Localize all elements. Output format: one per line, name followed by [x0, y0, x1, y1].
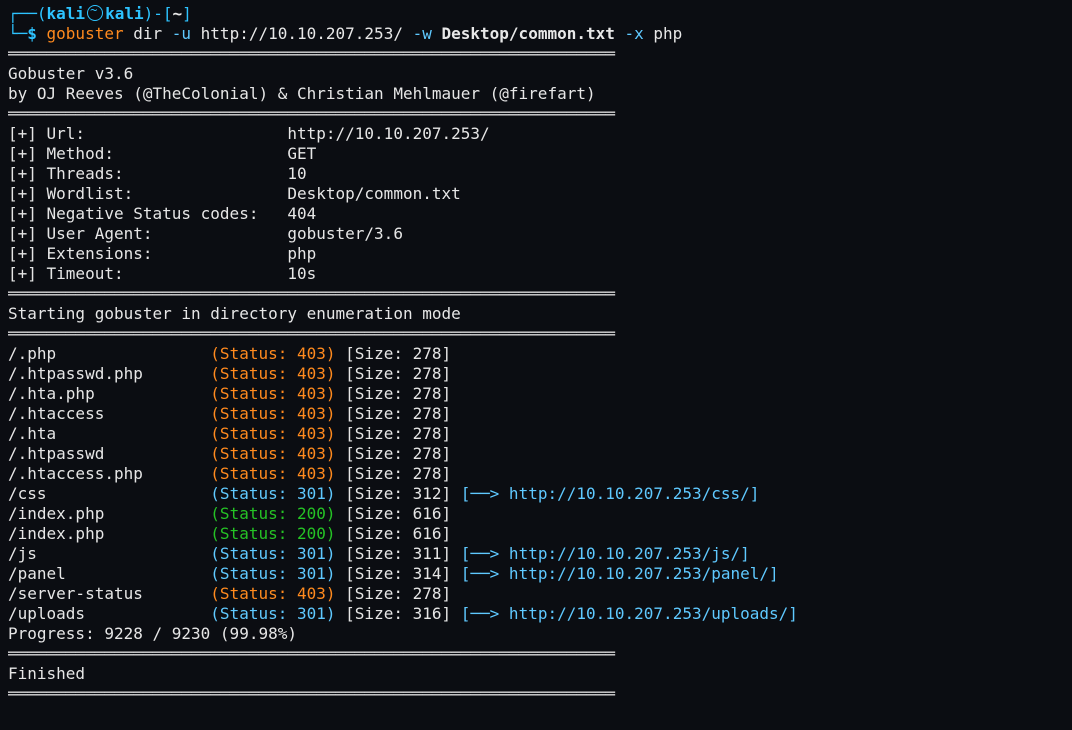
result-line: /index.php (Status: 200) [Size: 616]: [8, 524, 1064, 544]
divider: ════════════════════════════════════════…: [8, 324, 1064, 344]
redirect-url: [──> http://10.10.207.253/css/]: [461, 484, 760, 503]
result-line: /index.php (Status: 200) [Size: 616]: [8, 504, 1064, 524]
config-line: [+] User Agent: gobuster/3.6: [8, 224, 1064, 244]
result-line: /.hta (Status: 403) [Size: 278]: [8, 424, 1064, 444]
divider: ════════════════════════════════════════…: [8, 44, 1064, 64]
redirect-url: [──> http://10.10.207.253/panel/]: [461, 564, 779, 583]
result-line: /.htaccess (Status: 403) [Size: 278]: [8, 404, 1064, 424]
prompt-line-1: ┌──(kalikali)-[~]: [8, 4, 1064, 24]
result-line: /.htaccess.php (Status: 403) [Size: 278]: [8, 464, 1064, 484]
divider: ════════════════════════════════════════…: [8, 104, 1064, 124]
result-line: /.php (Status: 403) [Size: 278]: [8, 344, 1064, 364]
finished-line: Finished: [8, 664, 1064, 684]
config-line: [+] Threads: 10: [8, 164, 1064, 184]
redirect-url: [──> http://10.10.207.253/uploads/]: [461, 604, 798, 623]
results-block: /.php (Status: 403) [Size: 278]/.htpassw…: [8, 344, 1064, 624]
config-line: [+] Url: http://10.10.207.253/: [8, 124, 1064, 144]
config-line: [+] Timeout: 10s: [8, 264, 1064, 284]
result-line: /.htpasswd (Status: 403) [Size: 278]: [8, 444, 1064, 464]
kali-skull-icon: [87, 5, 103, 21]
divider: ════════════════════════════════════════…: [8, 684, 1064, 704]
divider: ════════════════════════════════════════…: [8, 284, 1064, 304]
redirect-url: [──> http://10.10.207.253/js/]: [461, 544, 750, 563]
starting-message: Starting gobuster in directory enumerati…: [8, 304, 1064, 324]
result-line: /server-status (Status: 403) [Size: 278]: [8, 584, 1064, 604]
result-line: /.htpasswd.php (Status: 403) [Size: 278]: [8, 364, 1064, 384]
config-block: [+] Url: http://10.10.207.253/[+] Method…: [8, 124, 1064, 284]
command-name: gobuster: [47, 24, 124, 43]
banner-authors: by OJ Reeves (@TheColonial) & Christian …: [8, 84, 1064, 104]
config-line: [+] Extensions: php: [8, 244, 1064, 264]
result-line: /uploads (Status: 301) [Size: 316] [──> …: [8, 604, 1064, 624]
prompt-line-2: └─$ gobuster dir -u http://10.10.207.253…: [8, 24, 1064, 44]
config-line: [+] Negative Status codes: 404: [8, 204, 1064, 224]
config-line: [+] Wordlist: Desktop/common.txt: [8, 184, 1064, 204]
progress-line: Progress: 9228 / 9230 (99.98%): [8, 624, 1064, 644]
result-line: /js (Status: 301) [Size: 311] [──> http:…: [8, 544, 1064, 564]
terminal[interactable]: ┌──(kalikali)-[~] └─$ gobuster dir -u ht…: [0, 0, 1072, 708]
result-line: /.hta.php (Status: 403) [Size: 278]: [8, 384, 1064, 404]
divider: ════════════════════════════════════════…: [8, 644, 1064, 664]
banner-version: Gobuster v3.6: [8, 64, 1064, 84]
config-line: [+] Method: GET: [8, 144, 1064, 164]
result-line: /panel (Status: 301) [Size: 314] [──> ht…: [8, 564, 1064, 584]
result-line: /css (Status: 301) [Size: 312] [──> http…: [8, 484, 1064, 504]
